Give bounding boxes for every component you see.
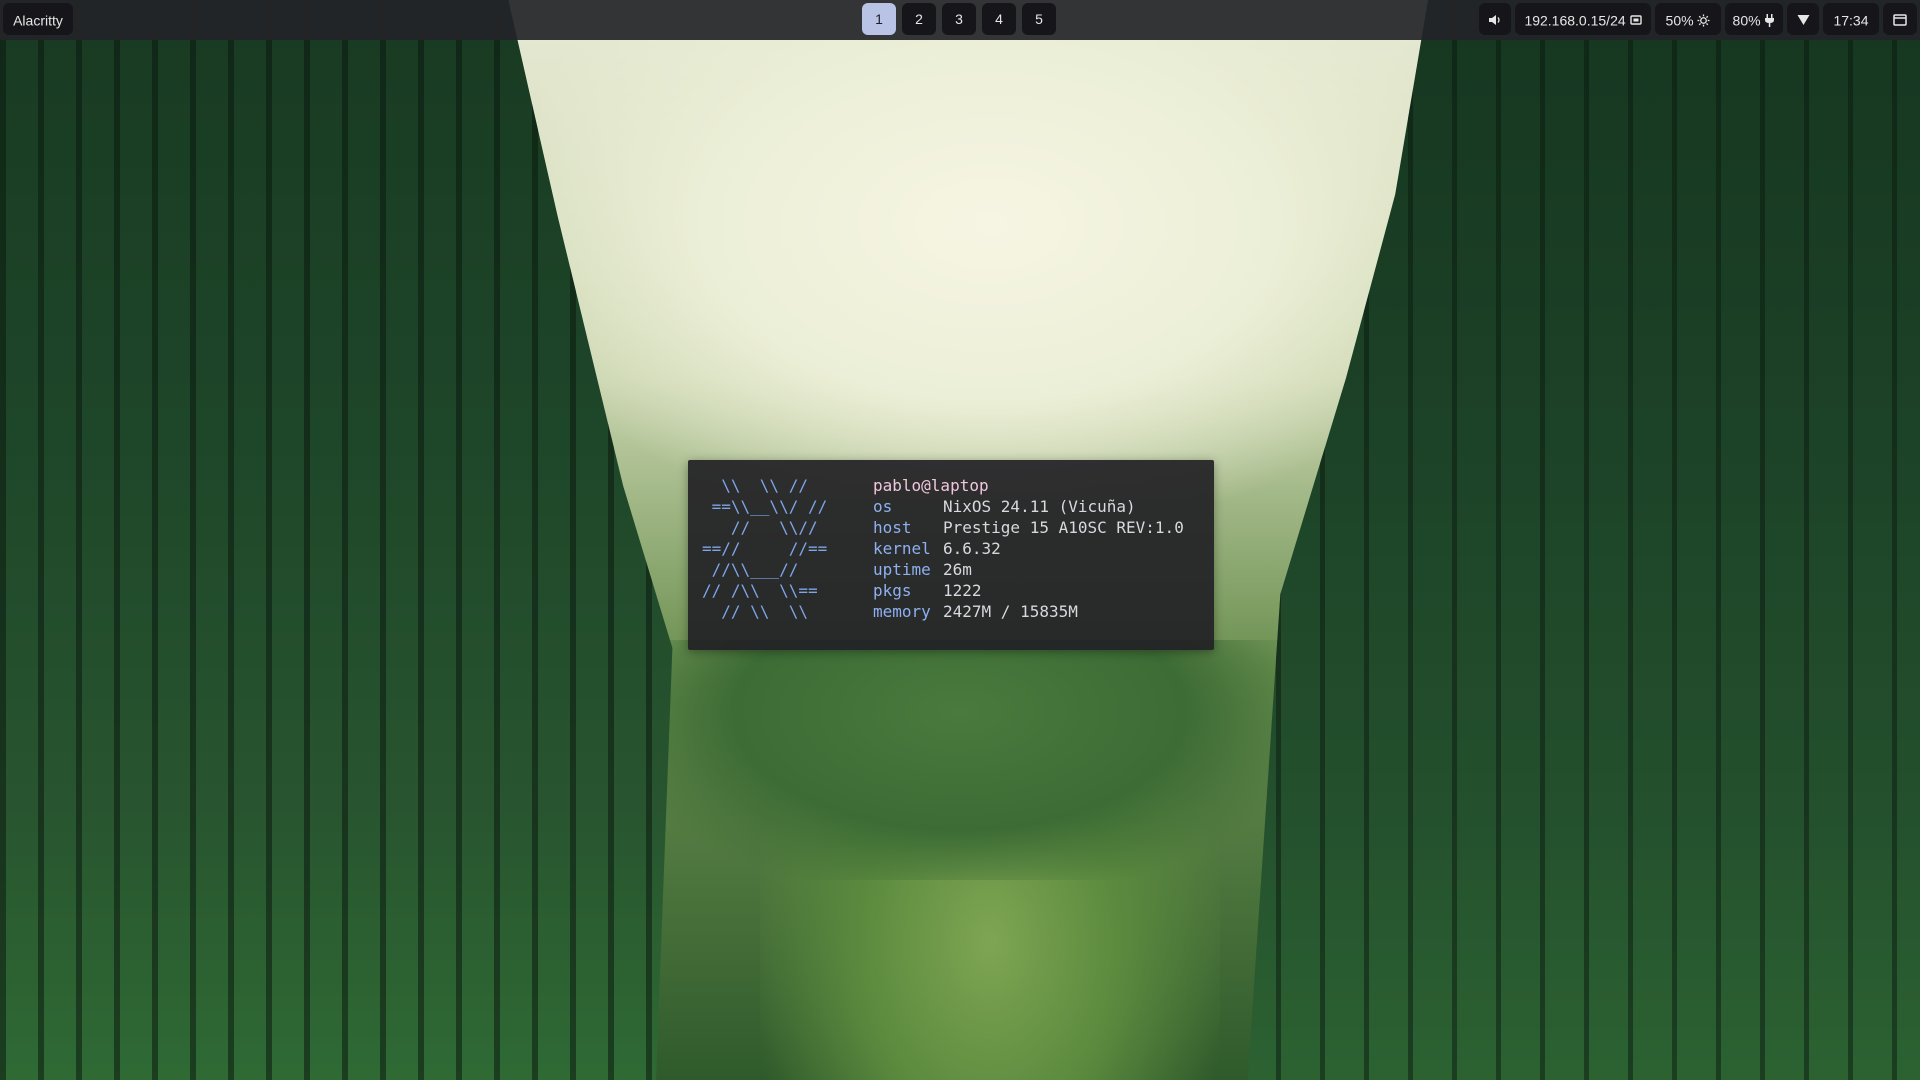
terminal-window[interactable]: \\ \\ // ==\\__\\/ // // \\// ==// //== … <box>688 460 1214 650</box>
top-bar: Alacritty 1 2 3 4 5 192.168.0.15/24 50% … <box>0 0 1920 40</box>
notification-panel-icon <box>1893 14 1907 27</box>
info-value: 6.6.32 <box>943 539 1001 558</box>
system-info: pablo@laptop os NixOS 24.11 (Vicuña) host… <box>873 475 1184 622</box>
window-title: Alacritty <box>3 3 73 35</box>
info-row-kernel: kernel 6.6.32 <box>873 538 1184 559</box>
clock[interactable]: 17:34 <box>1823 3 1879 35</box>
window-title-label: Alacritty <box>13 12 63 29</box>
network-status[interactable]: 192.168.0.15/24 <box>1515 3 1651 35</box>
nixos-ascii-logo: \\ \\ // ==\\__\\/ // // \\// ==// //== … <box>702 476 828 621</box>
brightness-value: 50% <box>1665 12 1694 29</box>
info-key: os <box>873 497 893 516</box>
wifi-button[interactable] <box>1787 3 1819 35</box>
clock-time: 17:34 <box>1833 12 1869 29</box>
wifi-triangle-icon <box>1797 15 1809 26</box>
wallpaper-canopy <box>640 640 1280 880</box>
info-key: kernel <box>873 539 931 558</box>
info-value: Prestige 15 A10SC REV:1.0 <box>943 518 1184 537</box>
ethernet-icon <box>1629 15 1642 25</box>
notification-button[interactable] <box>1883 3 1917 35</box>
sun-gear-icon <box>1697 14 1710 27</box>
info-value: 2427M / 15835M <box>943 602 1078 621</box>
volume-button[interactable] <box>1479 3 1511 35</box>
user-host: pablo@laptop <box>873 476 989 495</box>
workspace-3-button[interactable]: 3 <box>942 3 976 35</box>
info-value: NixOS 24.11 (Vicuña) <box>943 497 1136 516</box>
workspace-label: 5 <box>1035 11 1043 27</box>
workspace-label: 3 <box>955 11 963 27</box>
info-row-uptime: uptime 26m <box>873 559 1184 580</box>
workspace-1-button[interactable]: 1 <box>862 3 896 35</box>
network-address: 192.168.0.15/24 <box>1524 12 1626 29</box>
info-row-pkgs: pkgs 1222 <box>873 580 1184 601</box>
plug-icon <box>1765 13 1775 27</box>
info-value: 26m <box>943 560 972 579</box>
workspace-label: 4 <box>995 11 1003 27</box>
wallpaper-sky <box>540 40 1440 500</box>
brightness-control[interactable]: 50% <box>1655 3 1721 35</box>
info-value: 1222 <box>943 581 982 600</box>
battery-value: 80% <box>1732 12 1761 29</box>
desktop: Alacritty 1 2 3 4 5 192.168.0.15/24 50% … <box>0 0 1920 1080</box>
workspace-label: 2 <box>915 11 923 27</box>
workspace-4-button[interactable]: 4 <box>982 3 1016 35</box>
info-row-os: os NixOS 24.11 (Vicuña) <box>873 496 1184 517</box>
info-key: pkgs <box>873 581 912 600</box>
info-key: host <box>873 518 912 537</box>
info-row-memory: memory 2427M / 15835M <box>873 601 1184 622</box>
info-row-host: host Prestige 15 A10SC REV:1.0 <box>873 517 1184 538</box>
workspace-label: 1 <box>875 11 883 27</box>
info-key: memory <box>873 602 931 621</box>
speaker-icon <box>1489 15 1500 26</box>
workspace-5-button[interactable]: 5 <box>1022 3 1056 35</box>
info-key: uptime <box>873 560 931 579</box>
workspace-2-button[interactable]: 2 <box>902 3 936 35</box>
battery-status[interactable]: 80% <box>1725 3 1783 35</box>
